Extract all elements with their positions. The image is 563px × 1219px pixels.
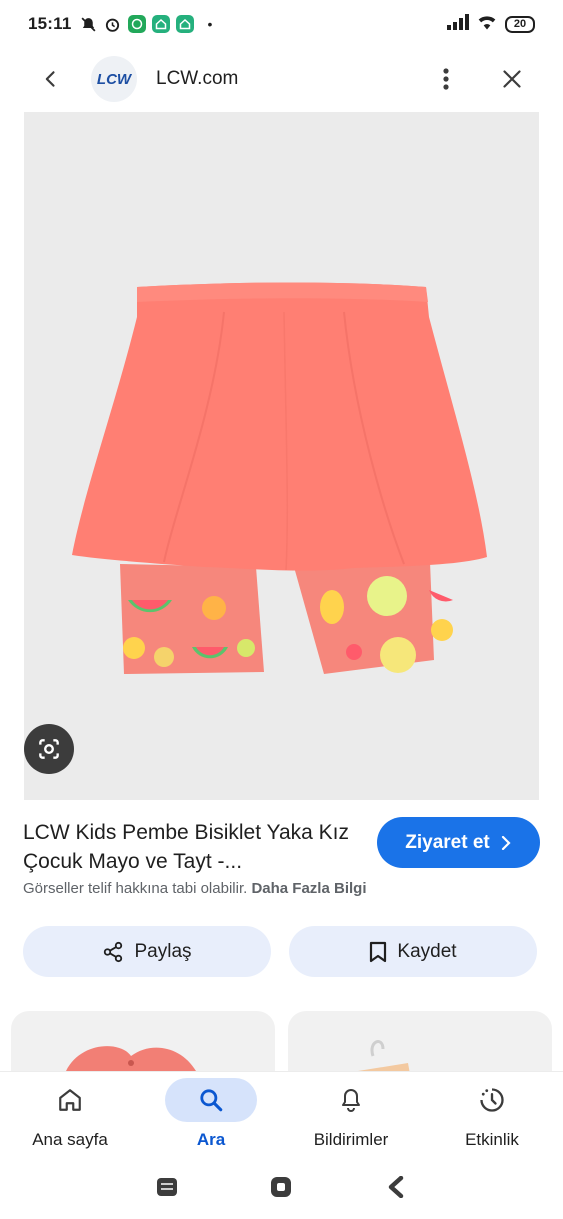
status-icons: • xyxy=(80,15,213,33)
recent-apps-button[interactable] xyxy=(147,1167,187,1207)
more-info-link[interactable]: Daha Fazla Bilgi xyxy=(251,880,366,897)
nav-home-icon-wrap xyxy=(24,1078,116,1122)
app-icon xyxy=(175,15,194,33)
related-results xyxy=(0,1011,563,1071)
system-nav-bar xyxy=(0,1155,563,1219)
image-area xyxy=(0,112,563,800)
nav-label: Bildirimler xyxy=(313,1130,389,1149)
status-dot: • xyxy=(207,16,213,32)
bell-icon xyxy=(342,1089,360,1112)
related-result-card[interactable] xyxy=(11,1011,275,1071)
mute-icon xyxy=(80,15,98,33)
nav-activity[interactable]: Etkinlik xyxy=(432,1078,552,1150)
nav-home[interactable]: Ana sayfa xyxy=(10,1078,130,1150)
share-icon xyxy=(104,941,123,962)
whatsapp-icon xyxy=(127,15,146,33)
alarm-icon xyxy=(104,15,122,33)
share-label: Paylaş xyxy=(134,940,192,962)
product-image[interactable] xyxy=(24,112,539,800)
wifi-icon xyxy=(477,14,497,35)
status-time: 15:11 xyxy=(28,14,72,33)
signal-icon xyxy=(447,13,469,35)
bottom-nav: Ana sayfa Ara Bildirimler Etkinlik xyxy=(0,1071,563,1155)
search-icon xyxy=(200,1089,223,1112)
save-button[interactable]: Kaydet xyxy=(289,926,537,977)
battery-icon: 20 xyxy=(505,15,535,33)
lens-icon xyxy=(39,739,59,759)
system-back-button[interactable] xyxy=(376,1167,416,1207)
site-logo[interactable]: LCW xyxy=(91,56,137,102)
related-result-card[interactable] xyxy=(288,1011,552,1071)
status-right: 20 xyxy=(447,13,535,35)
nav-activity-icon-wrap xyxy=(446,1078,538,1122)
nav-label: Ara xyxy=(196,1130,226,1149)
copyright-notice: Görseller telif hakkına tabi olabilir. D… xyxy=(23,880,366,897)
home-icon xyxy=(59,1089,81,1111)
nav-label: Ana sayfa xyxy=(32,1130,108,1149)
nav-search[interactable]: Ara xyxy=(151,1078,271,1150)
activity-icon xyxy=(480,1088,504,1112)
chevron-right-icon xyxy=(501,835,511,850)
back-arrow-icon xyxy=(45,71,55,87)
visit-button[interactable]: Ziyaret et xyxy=(377,817,540,868)
status-bar: 15:11 • 20 xyxy=(0,0,563,48)
close-button[interactable] xyxy=(490,57,534,101)
home-button[interactable] xyxy=(261,1167,301,1207)
copyright-text: Görseller telif hakkına tabi olabilir. xyxy=(23,880,248,897)
recent-apps-icon xyxy=(157,1178,178,1196)
nav-notif-icon-wrap xyxy=(305,1078,397,1122)
lens-search-button[interactable] xyxy=(24,724,74,774)
app-icon xyxy=(151,15,170,33)
nav-notifications[interactable]: Bildirimler xyxy=(291,1078,411,1150)
bookmark-icon xyxy=(370,941,387,962)
save-label: Kaydet xyxy=(397,940,457,962)
back-chevron-icon xyxy=(388,1176,404,1198)
back-button[interactable] xyxy=(29,57,73,101)
nav-label: Etkinlik xyxy=(465,1130,519,1149)
home-square-icon xyxy=(271,1177,292,1197)
header: LCW LCW.com xyxy=(0,48,563,110)
product-title[interactable]: LCW Kids Pembe Bisiklet Yaka Kız Çocuk M… xyxy=(23,818,363,876)
share-button[interactable]: Paylaş xyxy=(23,926,271,977)
visit-label: Ziyaret et xyxy=(405,831,490,853)
close-icon xyxy=(503,70,521,88)
more-vert-icon xyxy=(443,68,449,90)
site-name[interactable]: LCW.com xyxy=(156,68,238,90)
nav-search-icon-wrap xyxy=(165,1078,257,1122)
more-options-button[interactable] xyxy=(426,57,466,101)
